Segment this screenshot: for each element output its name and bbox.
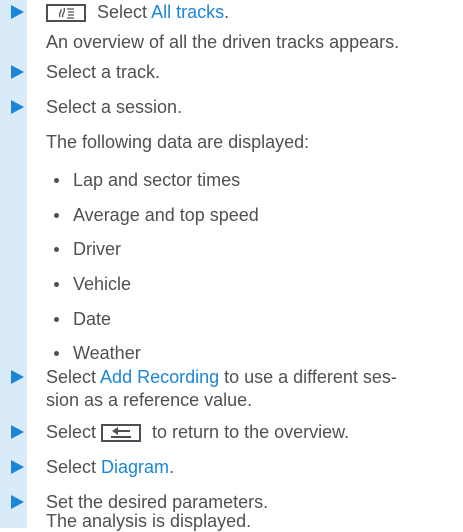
list-item: Vehicle bbox=[73, 274, 132, 294]
step-add-recording: Select Add Recording to use a different … bbox=[46, 367, 397, 387]
step-arrow-icon bbox=[11, 495, 24, 509]
track-selection-key-icon bbox=[46, 4, 86, 23]
diagram-link[interactable]: Diagram bbox=[101, 457, 169, 477]
step-arrow-icon bbox=[11, 425, 24, 439]
list-item: Average and top speed bbox=[73, 205, 259, 225]
list-item: Date bbox=[73, 309, 112, 329]
margin-stripe bbox=[0, 0, 27, 528]
bullet-icon bbox=[54, 317, 59, 322]
step-arrow-icon bbox=[11, 5, 24, 19]
bullet-icon bbox=[54, 213, 59, 218]
bullet-icon bbox=[54, 178, 59, 183]
back-key-icon bbox=[101, 424, 142, 443]
bullet-icon bbox=[54, 351, 59, 356]
all-tracks-link[interactable]: All tracks bbox=[151, 2, 224, 22]
add-recording-link[interactable]: Add Recording bbox=[100, 367, 219, 387]
step-arrow-icon bbox=[11, 460, 24, 474]
step-arrow-icon bbox=[11, 370, 24, 384]
bullet-icon bbox=[54, 247, 59, 252]
step-return: Select to return to the overview. bbox=[46, 422, 350, 443]
step-continuation: sion as a reference value. bbox=[46, 390, 253, 410]
step-select-all-tracks: Select All tracks. bbox=[46, 1, 229, 23]
list-item: Weather bbox=[73, 343, 141, 363]
result-text: The analysis is displayed. bbox=[46, 511, 252, 531]
result-text: An overview of all the driven tracks app… bbox=[46, 32, 400, 52]
list-item: Lap and sector times bbox=[73, 170, 241, 190]
step-select-track: Select a track. bbox=[46, 62, 161, 82]
result-text: The following data are displayed: bbox=[46, 132, 310, 152]
step-select-diagram: Select Diagram. bbox=[46, 457, 175, 477]
step-select-session: Select a session. bbox=[46, 97, 183, 117]
list-item: Driver bbox=[73, 239, 121, 259]
bullet-icon bbox=[54, 282, 59, 287]
step-arrow-icon bbox=[11, 65, 24, 79]
step-arrow-icon bbox=[11, 100, 24, 114]
